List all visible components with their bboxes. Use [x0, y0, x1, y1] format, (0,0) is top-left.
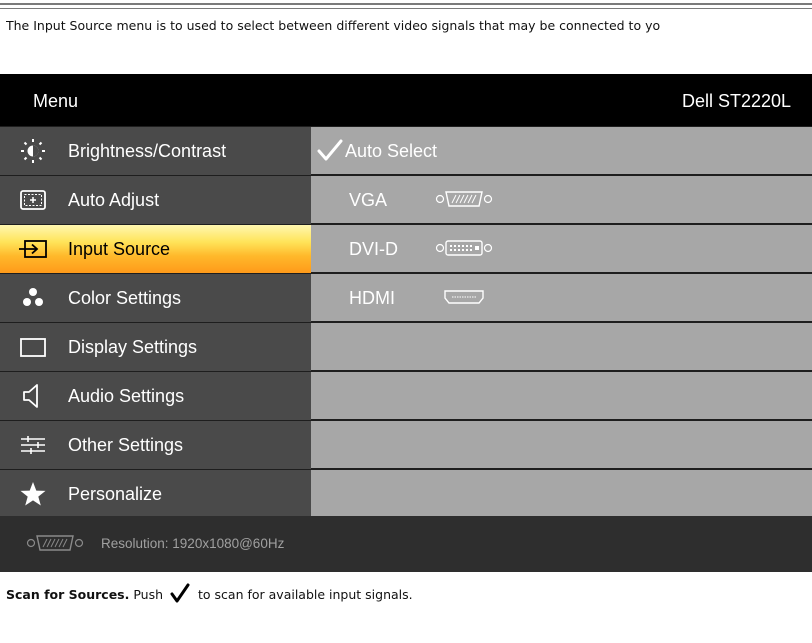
option-row-empty — [311, 470, 812, 516]
color-settings-icon — [18, 285, 48, 311]
auto-adjust-icon — [18, 187, 48, 213]
osd-title: Menu — [33, 91, 79, 111]
monitor-model: Dell ST2220L — [682, 91, 792, 111]
option-dvi-d[interactable]: DVI-D — [311, 225, 812, 272]
menu-item-auto-adjust[interactable]: Auto Adjust — [0, 176, 311, 224]
menu-item-color-settings[interactable]: Color Settings — [0, 274, 311, 322]
menu-item-label: Display Settings — [68, 337, 198, 357]
osd-header: Menu Dell ST2220L — [0, 74, 812, 126]
intro-text: The Input Source menu is to used to sele… — [6, 18, 661, 33]
menu-item-audio-settings[interactable]: Audio Settings — [0, 372, 311, 420]
resolution-text: Resolution: 1920x1080@60Hz — [101, 536, 285, 551]
scan-rest-text: to scan for available input signals. — [198, 587, 413, 602]
star-icon — [18, 481, 48, 507]
osd-menu: Menu Dell ST2220L Brightness/Contrast Au… — [0, 74, 812, 572]
menu-item-personalize[interactable]: Personalize — [0, 470, 311, 516]
option-label: VGA — [349, 190, 388, 210]
input-source-icon — [18, 236, 48, 262]
menu-item-other-settings[interactable]: Other Settings — [0, 421, 311, 469]
menu-item-display-settings[interactable]: Display Settings — [0, 323, 311, 371]
display-settings-icon — [18, 334, 48, 360]
option-row-empty — [311, 323, 812, 370]
scan-heading: Scan for Sources. — [6, 587, 130, 602]
menu-item-label: Auto Adjust — [68, 190, 160, 210]
menu-item-label: Brightness/Contrast — [68, 141, 227, 161]
speaker-icon — [18, 383, 48, 409]
scan-instructions: Scan for Sources. Push to scan for avail… — [6, 583, 413, 606]
dvi-connector-icon — [435, 238, 493, 263]
brightness-icon — [18, 138, 48, 164]
input-source-options: Auto Select VGA DVI-D HDMI — [311, 126, 812, 516]
option-auto-select[interactable]: Auto Select — [311, 127, 812, 174]
option-vga[interactable]: VGA — [311, 176, 812, 223]
other-settings-icon — [18, 432, 48, 458]
vga-connector-icon — [26, 533, 84, 556]
menu-item-label: Input Source — [68, 239, 171, 259]
top-rule — [0, 3, 812, 9]
checkmark-icon — [170, 583, 190, 606]
menu-item-label: Other Settings — [68, 435, 184, 455]
scan-push-text: Push — [133, 587, 164, 602]
option-hdmi[interactable]: HDMI — [311, 274, 812, 321]
hdmi-connector-icon — [435, 287, 493, 312]
osd-footer: Resolution: 1920x1080@60Hz — [0, 516, 812, 572]
option-row-empty — [311, 372, 812, 419]
menu-item-brightness-contrast[interactable]: Brightness/Contrast — [0, 127, 311, 175]
checkmark-icon — [317, 139, 343, 161]
option-label: DVI-D — [349, 239, 398, 259]
menu-list: Brightness/Contrast Auto Adjust Input So… — [0, 126, 311, 516]
option-label: Auto Select — [345, 141, 438, 161]
menu-item-label: Personalize — [68, 484, 163, 504]
option-row-empty — [311, 421, 812, 468]
menu-item-input-source[interactable]: Input Source — [0, 225, 311, 273]
vga-connector-icon — [435, 189, 493, 214]
menu-item-label: Color Settings — [68, 288, 182, 308]
option-label: HDMI — [349, 288, 395, 308]
menu-item-label: Audio Settings — [68, 386, 185, 406]
